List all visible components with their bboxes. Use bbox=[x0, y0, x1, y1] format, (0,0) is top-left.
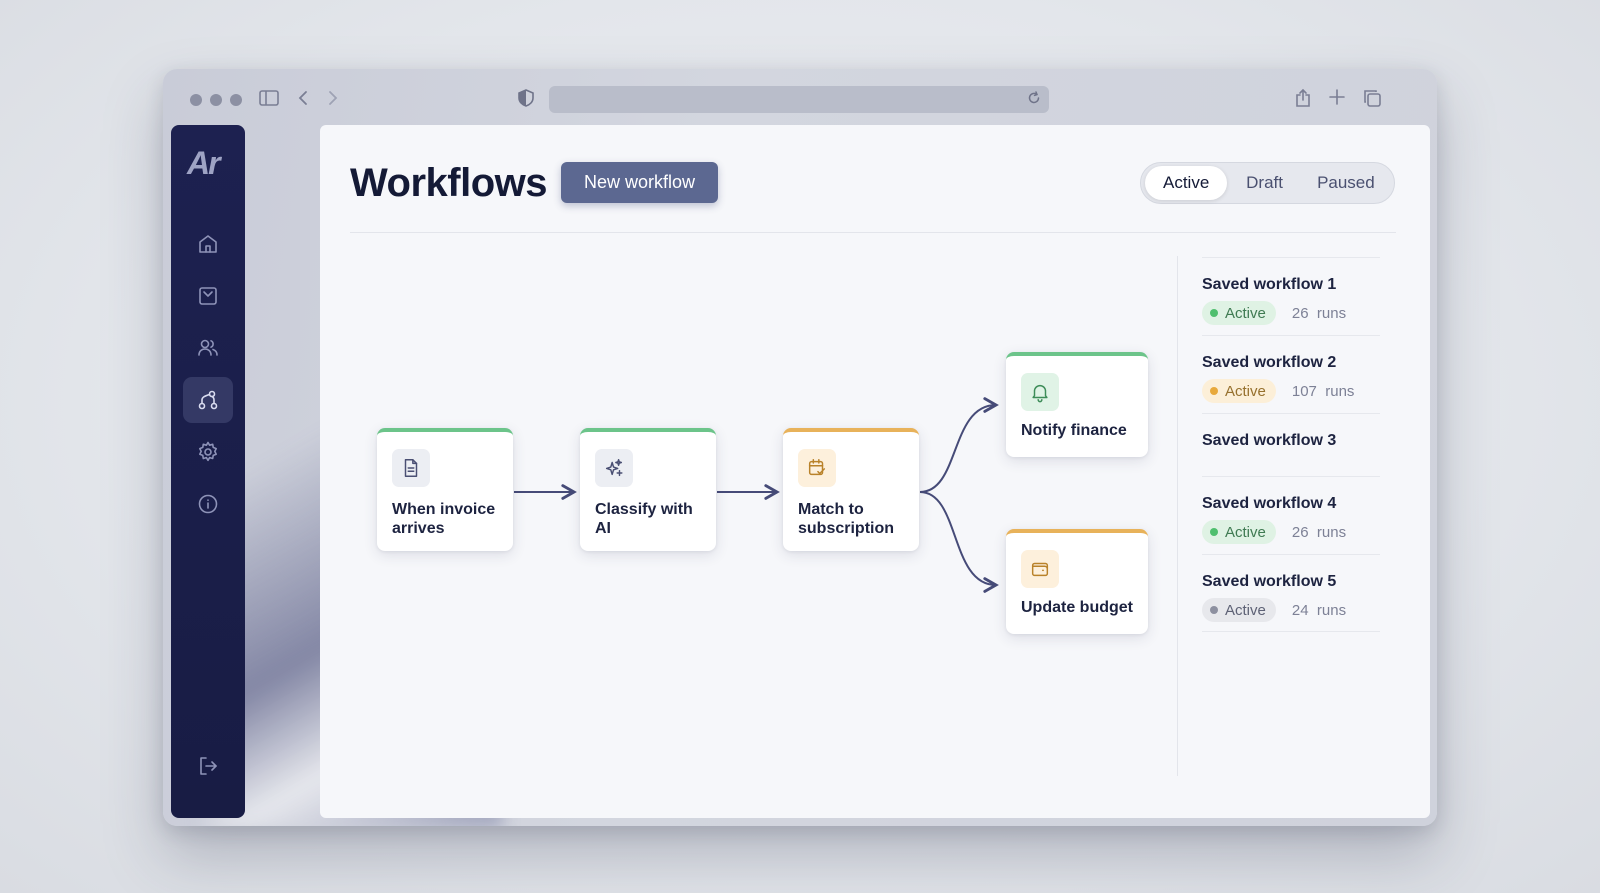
flow-node-budget[interactable]: Update budget bbox=[1006, 529, 1148, 634]
home-icon bbox=[199, 235, 217, 253]
list-item[interactable]: Saved workflow 3 bbox=[1202, 413, 1380, 476]
flow-node-label: Notify finance bbox=[1021, 422, 1127, 439]
status-label: Active bbox=[1225, 601, 1266, 619]
sidebar-item-settings[interactable] bbox=[183, 429, 233, 475]
share-icon[interactable] bbox=[1295, 88, 1311, 111]
browser-window: Ar Workflows New workflow Active Draft P… bbox=[163, 69, 1437, 826]
inbox-icon bbox=[199, 287, 217, 305]
sidebar-item-inbox[interactable] bbox=[183, 273, 233, 319]
close-window-button[interactable] bbox=[190, 94, 202, 106]
document-icon bbox=[392, 449, 430, 487]
main-content: Workflows New workflow Active Draft Paus… bbox=[320, 125, 1430, 818]
list-divider bbox=[1177, 256, 1178, 776]
shield-icon[interactable] bbox=[518, 89, 534, 110]
sidebar-item-users[interactable] bbox=[183, 325, 233, 371]
list-item[interactable]: Saved workflow 5 Active 24 runs bbox=[1202, 554, 1380, 632]
sidebar-item-workflows[interactable] bbox=[183, 377, 233, 423]
forward-icon[interactable] bbox=[327, 89, 339, 110]
list-item[interactable]: Saved workflow 2 Active 107 runs bbox=[1202, 335, 1380, 413]
flow-node-label: When invoice arrives bbox=[392, 501, 496, 537]
calendar-check-icon bbox=[798, 449, 836, 487]
status-dot bbox=[1210, 309, 1218, 317]
flow-node-label: Match to subscription bbox=[798, 501, 895, 537]
status-badge: Active bbox=[1202, 379, 1276, 403]
workflow-title: Saved workflow 3 bbox=[1202, 432, 1337, 449]
workflow-title: Saved workflow 4 bbox=[1202, 495, 1337, 512]
logout-icon bbox=[200, 757, 217, 775]
app-logo[interactable]: Ar bbox=[187, 145, 221, 182]
sidebar-item-home[interactable] bbox=[183, 221, 233, 267]
sidebar-toggle-icon[interactable] bbox=[259, 89, 279, 110]
flow-node-label: Classify with AI bbox=[595, 501, 693, 537]
workflow-title: Saved workflow 5 bbox=[1202, 573, 1337, 590]
status-dot bbox=[1210, 387, 1218, 395]
browser-chrome bbox=[163, 69, 1437, 125]
workflow-icon bbox=[198, 390, 218, 410]
status-label: Active bbox=[1225, 382, 1266, 400]
minimize-window-button[interactable] bbox=[210, 94, 222, 106]
wallet-icon bbox=[1021, 550, 1059, 588]
new-tab-icon[interactable] bbox=[1329, 89, 1345, 108]
run-count: 26 runs bbox=[1291, 523, 1347, 541]
workflow-title: Saved workflow 1 bbox=[1202, 276, 1337, 293]
url-bar[interactable] bbox=[549, 86, 1049, 113]
flow-node-trigger[interactable]: When invoice arrives bbox=[377, 428, 513, 551]
workflow-meta: Active 107 runs bbox=[1202, 379, 1380, 403]
window-controls bbox=[190, 94, 242, 106]
flow-node-match[interactable]: Match to subscription bbox=[783, 428, 919, 551]
list-item[interactable]: Saved workflow 1 Active 26 runs bbox=[1202, 257, 1380, 335]
status-label: Active bbox=[1225, 304, 1266, 322]
status-dot bbox=[1210, 606, 1218, 614]
status-label: Active bbox=[1225, 523, 1266, 541]
connector-3-5 bbox=[919, 491, 999, 593]
connector-3-4 bbox=[919, 397, 999, 493]
back-icon[interactable] bbox=[297, 89, 309, 110]
status-badge: Active bbox=[1202, 301, 1276, 325]
saved-workflows-list: Saved workflow 1 Active 26 runs Saved wo… bbox=[1202, 257, 1380, 632]
logout-button[interactable] bbox=[183, 743, 233, 789]
maximize-window-button[interactable] bbox=[230, 94, 242, 106]
flow-node-notify[interactable]: Notify finance bbox=[1006, 352, 1148, 457]
tabs-overview-icon[interactable] bbox=[1363, 89, 1381, 110]
list-item[interactable]: Saved workflow 4 Active 26 runs bbox=[1202, 476, 1380, 554]
gear-icon bbox=[199, 441, 217, 462]
users-icon bbox=[198, 339, 218, 356]
run-count: 26 runs bbox=[1291, 304, 1347, 322]
status-badge: Active bbox=[1202, 520, 1276, 544]
workflow-meta: Active 26 runs bbox=[1202, 301, 1380, 325]
workflow-meta: Active 26 runs bbox=[1202, 520, 1380, 544]
status-badge: Active bbox=[1202, 598, 1276, 622]
status-dot bbox=[1210, 528, 1218, 536]
run-count: 24 runs bbox=[1291, 601, 1347, 619]
flow-node-label: Update budget bbox=[1021, 599, 1133, 616]
reload-icon[interactable] bbox=[1027, 91, 1041, 108]
run-count: 107 runs bbox=[1291, 382, 1355, 400]
info-icon bbox=[198, 494, 218, 514]
sparkle-icon bbox=[595, 449, 633, 487]
workflow-title: Saved workflow 2 bbox=[1202, 354, 1337, 371]
workflow-meta: Active 24 runs bbox=[1202, 598, 1380, 622]
flow-node-classify[interactable]: Classify with AI bbox=[580, 428, 716, 551]
app-sidebar: Ar bbox=[171, 125, 245, 818]
sidebar-item-info[interactable] bbox=[183, 481, 233, 527]
bell-icon bbox=[1021, 373, 1059, 411]
